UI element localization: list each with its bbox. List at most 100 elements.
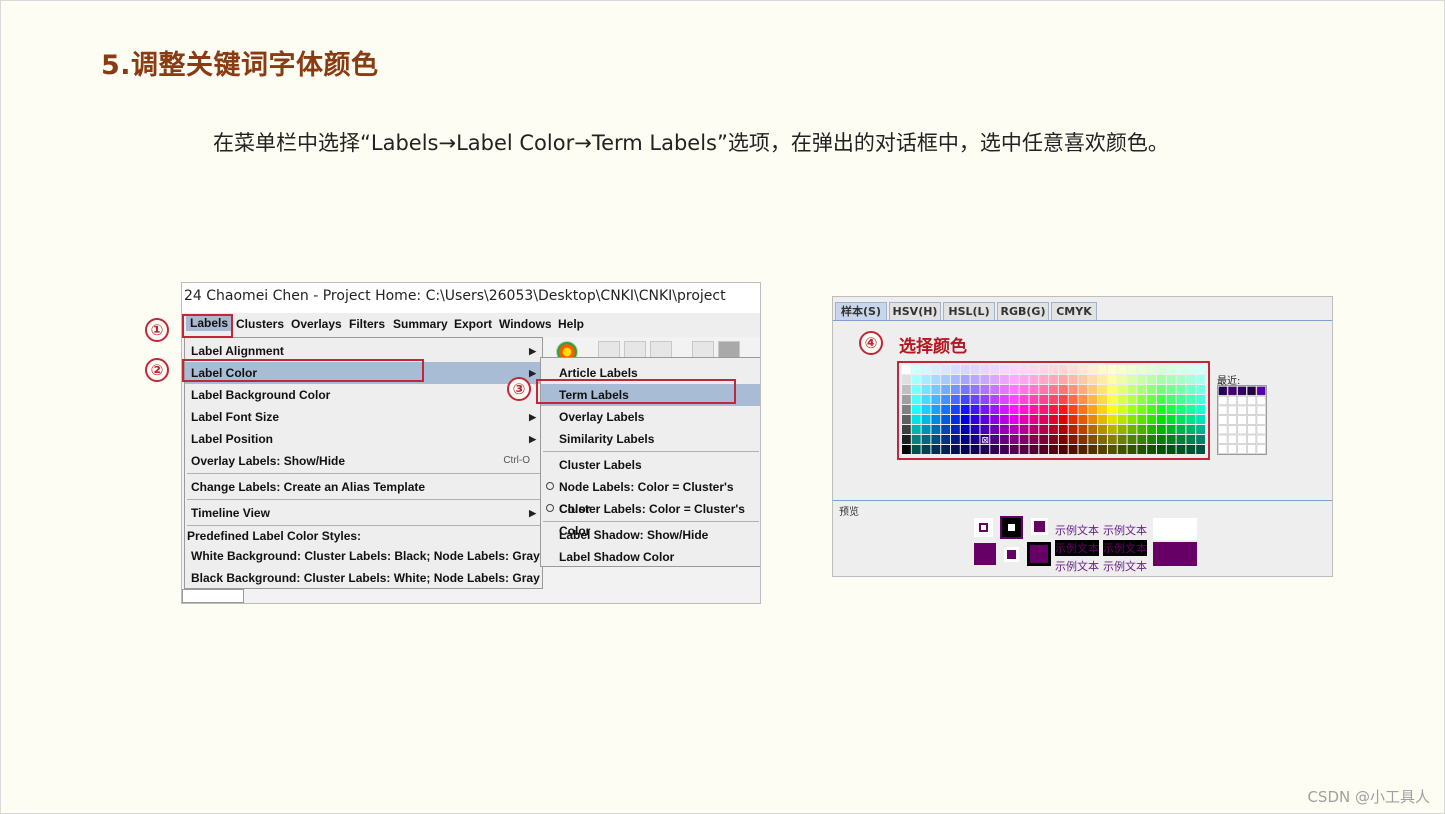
menu-separator	[543, 521, 759, 522]
recent-swatch[interactable]	[1237, 415, 1247, 425]
item-label: Label Font Size	[191, 410, 280, 424]
highlight-box-labels	[182, 314, 233, 338]
tab-swatches[interactable]: 样本(S)	[835, 302, 887, 320]
recent-swatch[interactable]	[1237, 425, 1247, 435]
recent-swatch[interactable]	[1218, 425, 1228, 435]
menu-help[interactable]: Help	[558, 317, 584, 331]
recent-colors-canvas[interactable]	[1218, 386, 1266, 454]
recent-swatch[interactable]	[1247, 415, 1257, 425]
intro-text: 在菜单栏中选择“Labels→Label Color→Term Labels”选…	[213, 131, 1169, 155]
menubar: Labels Clusters Overlays Filters Summary…	[182, 313, 760, 337]
recent-swatch[interactable]	[1237, 386, 1247, 396]
menu-separator	[543, 451, 759, 452]
recent-swatch[interactable]	[1247, 395, 1257, 406]
menu-overlays[interactable]: Overlays	[291, 317, 342, 331]
recent-swatch[interactable]	[1247, 434, 1257, 444]
preview-block-purple	[1153, 542, 1197, 566]
recent-swatch[interactable]	[1227, 444, 1237, 454]
menu-clusters[interactable]: Clusters	[236, 317, 284, 331]
highlight-box-term-labels	[536, 379, 736, 404]
recent-swatch[interactable]	[1237, 405, 1247, 415]
recent-swatch[interactable]	[1218, 386, 1228, 396]
recent-swatch[interactable]	[1227, 434, 1237, 444]
menu-windows[interactable]: Windows	[499, 317, 552, 331]
recent-swatch[interactable]	[1256, 386, 1266, 396]
preview-divider	[833, 500, 1332, 501]
sample-text: 示例文本	[1103, 524, 1147, 537]
recent-swatch[interactable]	[1218, 444, 1228, 454]
slide-title: 5.调整关键词字体颜色	[101, 50, 379, 81]
recent-swatch[interactable]	[1247, 444, 1257, 454]
tab-hsl[interactable]: HSL(L)	[943, 302, 995, 320]
sample-text: 示例文本	[1055, 560, 1099, 573]
tab-cmyk[interactable]: CMYK	[1051, 302, 1097, 320]
preview-block-white	[1153, 518, 1197, 540]
shortcut-hint: Ctrl-O	[503, 455, 530, 466]
menu-item-timeline-view[interactable]: Timeline View ▶	[185, 502, 542, 524]
menu-item-white-background[interactable]: White Background: Cluster Labels: Black;…	[185, 545, 542, 567]
recent-swatch[interactable]	[1256, 425, 1266, 435]
sample-text-dark: 示例文本	[1055, 540, 1099, 556]
submenu-item-overlay-labels[interactable]: Overlay Labels	[541, 406, 760, 428]
menu-filters[interactable]: Filters	[349, 317, 385, 331]
menu-item-label-background-color[interactable]: Label Background Color	[185, 384, 542, 406]
item-label: Label Alignment	[191, 344, 284, 358]
preview-dot	[1008, 524, 1015, 531]
submenu-item-label-shadow[interactable]: Label Shadow: Show/Hide	[541, 524, 760, 546]
tab-rgb[interactable]: RGB(G)	[997, 302, 1049, 320]
recent-swatch[interactable]	[1218, 395, 1228, 406]
recent-swatch[interactable]	[1237, 444, 1247, 454]
recent-swatch[interactable]	[1256, 395, 1266, 406]
tab-hsv[interactable]: HSV(H)	[889, 302, 941, 320]
recent-swatch[interactable]	[1227, 405, 1237, 415]
menu-export[interactable]: Export	[454, 317, 492, 331]
recent-swatch[interactable]	[1256, 444, 1266, 454]
recent-swatch[interactable]	[1237, 434, 1247, 444]
submenu-item-similarity-labels[interactable]: Similarity Labels	[541, 428, 760, 450]
menu-item-label-position[interactable]: Label Position ▶	[185, 428, 542, 450]
step-marker-4: ④	[859, 331, 883, 355]
recent-swatch[interactable]	[1237, 395, 1247, 406]
submenu-item-cluster-labels[interactable]: Cluster Labels	[541, 454, 760, 476]
status-field	[182, 589, 244, 603]
sample-text: 示例文本	[1103, 560, 1147, 573]
recent-swatch[interactable]	[1227, 415, 1237, 425]
menu-item-change-labels[interactable]: Change Labels: Create an Alias Template	[185, 476, 542, 498]
pick-color-label: 选择颜色	[899, 337, 967, 357]
radio-icon[interactable]	[546, 482, 554, 490]
window-title: 24 Chaomei Chen - Project Home: C:\Users…	[182, 283, 760, 313]
highlight-box-label-color	[182, 359, 424, 382]
recent-swatch[interactable]	[1218, 434, 1228, 444]
submenu-item-label-shadow-color[interactable]: Label Shadow Color	[541, 546, 760, 568]
recent-swatch[interactable]	[1247, 405, 1257, 415]
recent-swatch[interactable]	[1218, 405, 1228, 415]
preview-label: 预览	[839, 507, 859, 518]
recent-swatch[interactable]	[1227, 386, 1237, 396]
recent-swatch[interactable]	[1247, 386, 1257, 396]
submenu-arrow-icon: ▶	[529, 346, 536, 356]
recent-swatch[interactable]	[1227, 425, 1237, 435]
menu-item-label-font-size[interactable]: Label Font Size ▶	[185, 406, 542, 428]
submenu-item-node-labels-color[interactable]: Node Labels: Color = Cluster's Color	[541, 476, 760, 516]
recent-swatch[interactable]	[1247, 425, 1257, 435]
preview-dot	[979, 523, 988, 532]
menu-item-black-background[interactable]: Black Background: Cluster Labels: White;…	[185, 567, 542, 589]
submenu-item-cluster-labels-color[interactable]: Cluster Labels: Color = Cluster's Color	[541, 498, 760, 538]
recent-colors-grid[interactable]	[1217, 385, 1267, 455]
preview-swatch-white-a	[974, 518, 993, 537]
recent-swatch[interactable]	[1256, 415, 1266, 425]
item-label: Label Background Color	[191, 388, 331, 402]
menu-item-overlay-labels[interactable]: Overlay Labels: Show/Hide Ctrl-O	[185, 450, 542, 472]
recent-swatch[interactable]	[1256, 405, 1266, 415]
radio-icon[interactable]	[546, 504, 554, 512]
recent-swatch[interactable]	[1227, 395, 1237, 406]
preview-swatch-black-b	[1027, 542, 1051, 566]
recent-swatch[interactable]	[1218, 415, 1228, 425]
step-marker-3: ③	[507, 377, 531, 401]
preview-swatch-white-b	[1004, 547, 1019, 562]
menu-separator	[187, 473, 540, 474]
menu-summary[interactable]: Summary	[393, 317, 448, 331]
recent-swatch[interactable]	[1256, 434, 1266, 444]
menu-separator	[187, 499, 540, 500]
preview-swatch-purple-b	[974, 543, 996, 565]
